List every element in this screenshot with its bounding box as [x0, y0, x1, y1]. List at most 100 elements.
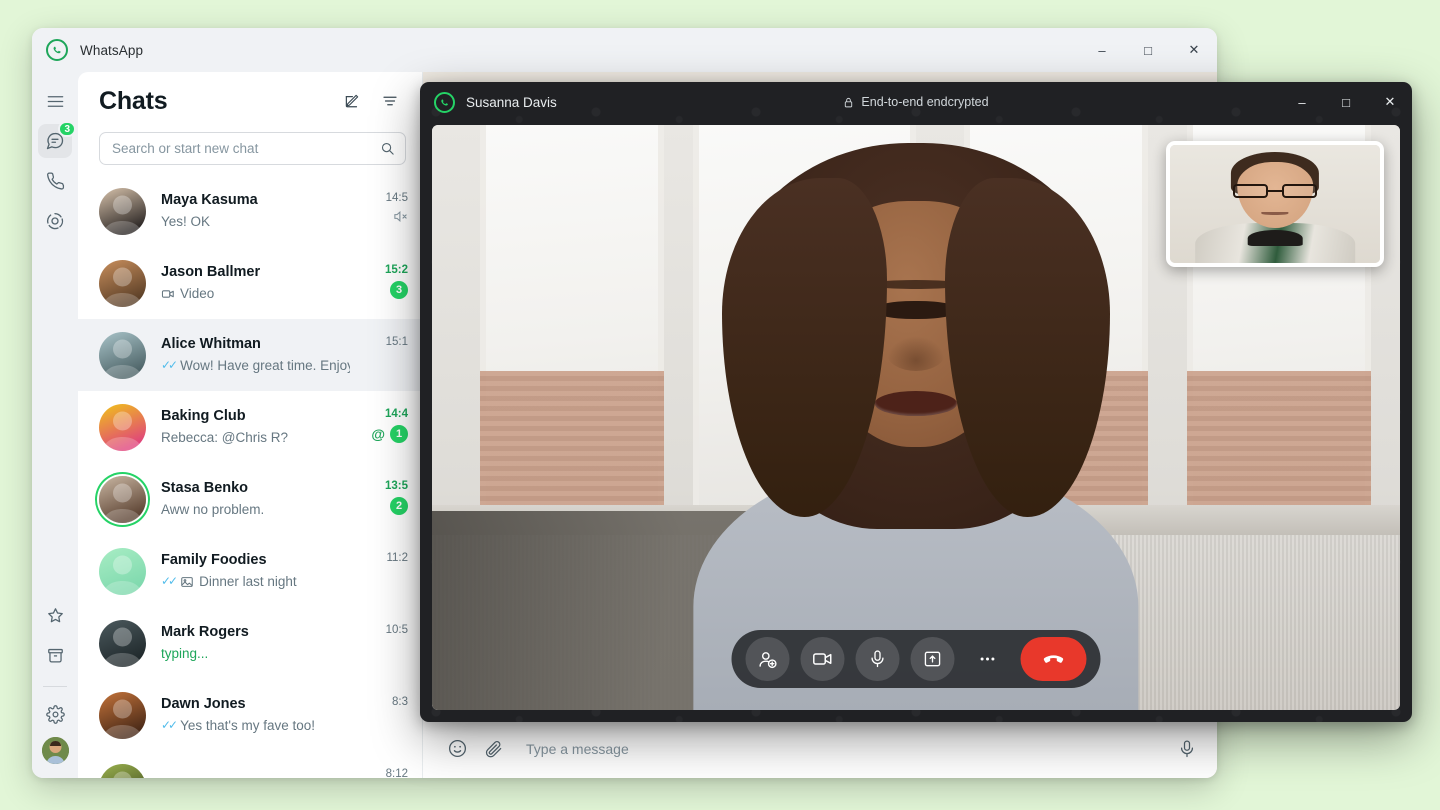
screen-share-icon[interactable] — [910, 637, 955, 681]
chat-list-panel: Chats Maya KasumaYe — [78, 72, 423, 778]
settings-gear-icon[interactable] — [38, 697, 72, 731]
encryption-status: End-to-end endcrypted — [420, 82, 1412, 122]
message-composer — [423, 718, 1217, 778]
chat-item-time: 11:2 — [386, 552, 408, 564]
chat-item-preview-text: Yes that's my fave too! — [180, 718, 316, 733]
voice-message-microphone-icon[interactable] — [1177, 739, 1197, 759]
read-receipt-icon: ✓✓ — [161, 718, 178, 732]
self-view-video[interactable] — [1166, 141, 1384, 267]
chat-item-time: 13:5 — [384, 480, 408, 492]
unread-count-badge: 2 — [390, 497, 408, 515]
chat-item-name: Maya Kasuma — [161, 192, 258, 208]
chat-item-time: 14:4 — [384, 408, 408, 420]
chat-item-preview: Yes! OK — [161, 212, 350, 231]
unread-count-badge: 3 — [390, 281, 408, 299]
app-titlebar: WhatsApp – □ ✕ — [32, 28, 1217, 72]
chats-unread-badge: 3 — [58, 121, 76, 137]
chat-item-preview-text: Wow! Have great time. Enjoy. — [180, 358, 350, 373]
chat-item-name: Stasa Benko — [161, 480, 249, 496]
chat-list-item[interactable]: Dawn Jones ✓✓ Yes that's my fave too! 8:3 — [78, 679, 422, 751]
close-button[interactable]: ✕ — [1171, 28, 1217, 72]
video-camera-icon[interactable] — [800, 637, 845, 681]
chat-item-preview: ✓✓ Dinner last night — [161, 572, 350, 591]
chat-list-item[interactable]: Baking Club Rebecca: @Chris R? 14:4 @1 — [78, 391, 422, 463]
microphone-icon[interactable] — [855, 637, 900, 681]
sidebar-item-starred[interactable] — [38, 598, 72, 632]
chat-item-preview: Video — [161, 284, 350, 303]
avatar — [99, 547, 146, 595]
chat-item-meta: 13:5 2 — [350, 463, 408, 515]
emoji-icon[interactable] — [447, 738, 468, 759]
lock-icon — [843, 96, 854, 109]
remote-video[interactable] — [432, 125, 1400, 710]
search-input[interactable] — [112, 141, 380, 156]
profile-avatar[interactable] — [41, 737, 69, 764]
sidebar-item-calls[interactable] — [38, 164, 72, 198]
chat-item-meta: 15:1 — [350, 319, 408, 348]
chat-item-preview: Rebecca: @Chris R? — [161, 428, 350, 447]
hamburger-menu-icon[interactable] — [38, 84, 72, 118]
sidebar-item-chats[interactable]: 3 — [38, 121, 76, 158]
avatar — [99, 259, 146, 307]
search-box[interactable] — [99, 132, 406, 165]
end-call-icon[interactable] — [1020, 637, 1087, 681]
chat-list-item[interactable]: Stasa Benko Aww no problem. 13:5 2 — [78, 463, 422, 535]
app-title: WhatsApp — [80, 42, 144, 58]
navigation-rail: 3 — [32, 72, 78, 778]
new-chat-compose-icon[interactable] — [336, 85, 368, 117]
chat-item-meta: 14:5 — [350, 175, 408, 229]
chat-list-item[interactable]: Mark Rogers typing... 10:5 — [78, 607, 422, 679]
chat-list-item[interactable]: Family Foodies ✓✓ Dinner last night 11:2 — [78, 535, 422, 607]
chat-item-preview: Aww no problem. — [161, 500, 350, 519]
minimize-button[interactable]: – — [1079, 28, 1125, 72]
search-icon — [380, 141, 395, 156]
filter-chats-icon[interactable] — [374, 85, 406, 117]
sidebar-item-status[interactable] — [38, 204, 72, 238]
chat-item-name: Family Foodies — [161, 552, 267, 568]
chat-list-item[interactable]: Ziggy Woodley 8:12 — [78, 751, 422, 778]
call-maximize-button[interactable]: □ — [1324, 82, 1368, 122]
chat-header-actions — [336, 85, 406, 117]
avatar — [99, 475, 146, 523]
chat-item-preview: ✓✓ Yes that's my fave too! — [161, 716, 350, 735]
call-minimize-button[interactable]: – — [1280, 82, 1324, 122]
sidebar-item-archived[interactable] — [38, 638, 72, 672]
whatsapp-logo-icon — [434, 91, 455, 113]
image-icon — [180, 575, 194, 589]
page-title: Chats — [99, 86, 168, 115]
chat-item-name: Baking Club — [161, 408, 246, 424]
call-titlebar: Susanna Davis End-to-end endcrypted – □ … — [420, 82, 1412, 122]
video-call-window: Susanna Davis End-to-end endcrypted – □ … — [420, 82, 1412, 722]
call-close-button[interactable]: ✕ — [1368, 82, 1412, 122]
chat-item-preview: ✓✓ Wow! Have great time. Enjoy. — [161, 356, 350, 375]
call-peer-name: Susanna Davis — [466, 94, 557, 110]
chat-item-time: 10:5 — [385, 624, 408, 636]
chat-item-time: 14:5 — [385, 192, 408, 204]
attach-paperclip-icon[interactable] — [484, 739, 504, 759]
chat-item-preview-text: typing... — [161, 646, 209, 661]
muted-icon — [393, 209, 408, 229]
more-dots-icon[interactable] — [966, 637, 1010, 681]
chat-item-preview-text: Rebecca: @Chris R? — [161, 430, 288, 445]
chat-panel-header: Chats — [78, 72, 422, 130]
chat-item-meta: 14:4 @1 — [350, 391, 408, 443]
maximize-button[interactable]: □ — [1125, 28, 1171, 72]
message-input[interactable] — [520, 740, 1161, 757]
add-person-icon[interactable] — [745, 637, 790, 681]
chat-list-item[interactable]: Jason Ballmer Video 15:2 3 — [78, 247, 422, 319]
chat-list[interactable]: Maya Kasuma Yes! OK 14:5 Jason Ballmer Video… — [78, 175, 422, 778]
chat-item-meta: 8:12 — [350, 751, 408, 778]
video-icon — [161, 287, 175, 301]
chat-item-name: Jason Ballmer — [161, 264, 261, 280]
avatar — [99, 331, 146, 379]
chat-item-name: Mark Rogers — [161, 624, 249, 640]
chat-item-meta: 8:3 — [350, 679, 408, 708]
chat-item-meta: 11:2 — [350, 535, 408, 564]
chat-list-item[interactable]: Alice Whitman ✓✓ Wow! Have great time. Enj… — [78, 319, 422, 391]
read-receipt-icon: ✓✓ — [161, 574, 178, 588]
chat-list-item[interactable]: Maya Kasuma Yes! OK 14:5 — [78, 175, 422, 247]
chat-item-name: Alice Whitman — [161, 336, 261, 352]
chat-item-preview-text: Video — [180, 286, 215, 301]
rail-divider — [43, 686, 67, 687]
main-window-controls: – □ ✕ — [1079, 28, 1217, 72]
